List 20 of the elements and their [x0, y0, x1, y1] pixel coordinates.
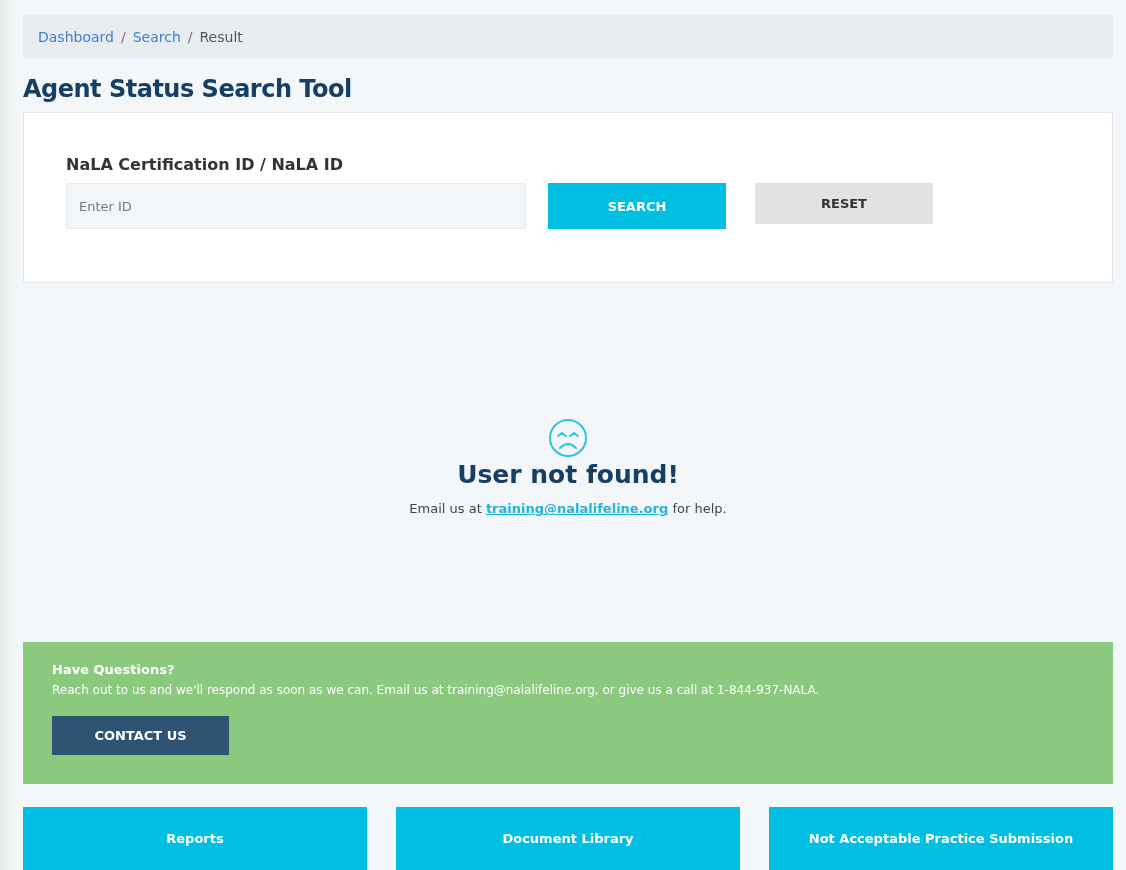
reset-button[interactable]: RESET: [755, 183, 933, 225]
questions-heading: Have Questions?: [52, 661, 176, 677]
not-found-heading: User not found!: [457, 460, 679, 490]
nav-tile[interactable]: Document Library: [396, 807, 740, 870]
field-label: NaLA Certification ID / NaLA ID: [66, 155, 344, 175]
breadcrumb-link[interactable]: Dashboard: [38, 29, 114, 46]
sad-face-icon: [548, 418, 588, 459]
contact-button[interactable]: CONTACT US: [52, 715, 229, 755]
id-input-field[interactable]: Enter ID: [66, 183, 526, 230]
help-message: Email us at training@nalalifeline.org for help.: [409, 501, 727, 517]
breadcrumb-separator: /: [187, 29, 193, 46]
nav-tile[interactable]: Reports: [23, 807, 367, 870]
nav-tile[interactable]: Not Acceptable Practice Submission: [769, 807, 1113, 870]
email-link[interactable]: training@nalalifeline.org: [485, 501, 669, 517]
search-button[interactable]: SEARCH: [548, 183, 726, 230]
current-page-label: Result: [199, 29, 243, 46]
page-title: Agent Status Search Tool: [23, 75, 353, 104]
questions-text: Reach out to us and we'll respond as soon as we can. Email us at training@nalalifeline.org, or give us a call at 1-844-937-NALA.: [52, 682, 821, 697]
breadcrumb-link[interactable]: Search: [132, 29, 181, 46]
breadcrumb-separator: /: [120, 29, 126, 46]
